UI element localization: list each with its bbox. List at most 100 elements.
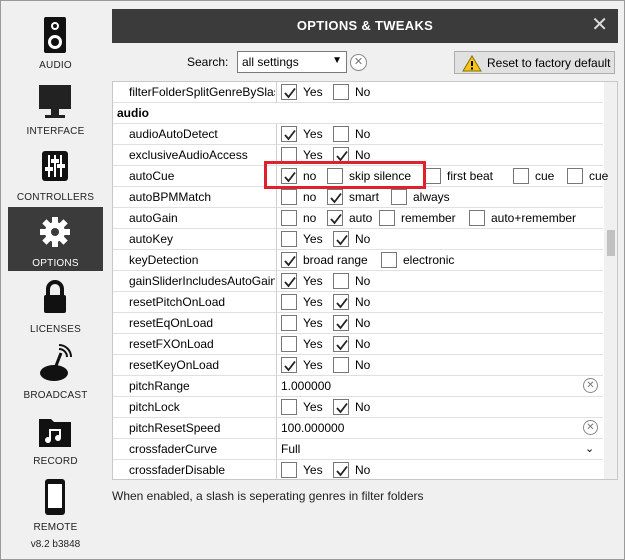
column-divider: [276, 355, 277, 376]
setting-row[interactable]: pitchLock Yes No: [113, 397, 603, 418]
checkbox-checked[interactable]: [281, 273, 297, 289]
setting-row[interactable]: resetFXOnLoad Yes No: [113, 334, 603, 355]
option-label: Yes: [303, 274, 323, 288]
setting-row[interactable]: resetKeyOnLoad Yes No: [113, 355, 603, 376]
sidebar-item-licenses[interactable]: LICENSES: [8, 273, 103, 337]
sidebar-item-options[interactable]: OPTIONS: [8, 207, 103, 271]
clear-search-icon[interactable]: ✕: [350, 54, 367, 71]
vertical-scrollbar[interactable]: [604, 82, 617, 479]
option-label: No: [355, 274, 371, 288]
clear-icon[interactable]: ✕: [583, 378, 598, 393]
checkbox-checked[interactable]: [281, 252, 297, 268]
option-label: No: [355, 295, 371, 309]
setting-row[interactable]: resetEqOnLoad Yes No: [113, 313, 603, 334]
checkbox[interactable]: [281, 462, 297, 478]
close-icon[interactable]: ✕: [591, 14, 608, 36]
sidebar-item-broadcast[interactable]: BROADCAST: [8, 339, 103, 403]
checkmark-icon: [284, 360, 296, 372]
checkbox[interactable]: [281, 231, 297, 247]
option-label: No: [355, 127, 371, 141]
column-divider: [276, 187, 277, 208]
column-divider: [276, 229, 277, 250]
checkmark-icon: [284, 87, 296, 99]
checkmark-icon: [284, 276, 296, 288]
option-label: No: [355, 358, 371, 372]
checkbox[interactable]: [281, 294, 297, 310]
setting-row[interactable]: keyDetection broad range electronic: [113, 250, 603, 271]
checkbox[interactable]: [281, 336, 297, 352]
checkbox[interactable]: [333, 84, 349, 100]
checkbox[interactable]: [513, 168, 529, 184]
checkbox[interactable]: [333, 273, 349, 289]
sidebar-item-record[interactable]: RECORD: [8, 405, 103, 469]
column-divider: [276, 250, 277, 271]
chevron-down-icon[interactable]: ⌄: [585, 442, 594, 455]
setting-dropdown-value[interactable]: Full: [281, 442, 300, 456]
checkbox[interactable]: [567, 168, 583, 184]
setting-row[interactable]: autoBPMMatch no smart always: [113, 187, 603, 208]
checkbox-checked[interactable]: [333, 294, 349, 310]
setting-row[interactable]: gainSliderIncludesAutoGain Yes No: [113, 271, 603, 292]
options-window: AUDIO INTERFACE CONTROLLERS OPTIONS LICE…: [0, 0, 625, 560]
sidebar-item-interface[interactable]: INTERFACE: [8, 75, 103, 139]
setting-row[interactable]: crossfaderCurve Full ⌄: [113, 439, 603, 460]
setting-value-input[interactable]: 1.000000: [281, 379, 331, 393]
setting-name: pitchResetSpeed: [129, 421, 221, 435]
column-divider: [276, 334, 277, 355]
checkmark-icon: [284, 129, 296, 141]
setting-name: autoBPMMatch: [129, 190, 212, 204]
setting-row[interactable]: pitchRange 1.000000 ✕: [113, 376, 603, 397]
setting-name: audioAutoDetect: [129, 127, 218, 141]
option-label: No: [355, 232, 371, 246]
setting-row[interactable]: autoKey Yes No: [113, 229, 603, 250]
checkbox-checked[interactable]: [333, 462, 349, 478]
checkbox-checked[interactable]: [327, 210, 343, 226]
setting-name: exclusiveAudioAccess: [129, 148, 248, 162]
setting-row[interactable]: autoGain no auto remember auto+remember: [113, 208, 603, 229]
setting-row[interactable]: filterFolderSplitGenreBySlash Yes No: [113, 82, 603, 103]
clear-icon[interactable]: ✕: [583, 420, 598, 435]
checkbox[interactable]: [469, 210, 485, 226]
checkbox[interactable]: [379, 210, 395, 226]
checkbox-checked[interactable]: [333, 336, 349, 352]
option-label: auto: [349, 211, 373, 225]
setting-name: resetFXOnLoad: [129, 337, 214, 351]
checkbox-checked[interactable]: [281, 84, 297, 100]
sidebar-item-controllers[interactable]: CONTROLLERS: [8, 141, 103, 205]
checkbox-checked[interactable]: [327, 189, 343, 205]
option-label: no: [303, 211, 317, 225]
checkbox[interactable]: [281, 210, 297, 226]
checkbox[interactable]: [281, 315, 297, 331]
sidebar-item-remote[interactable]: REMOTE: [8, 471, 103, 535]
setting-row[interactable]: pitchResetSpeed 100.000000 ✕: [113, 418, 603, 439]
checkbox-checked[interactable]: [333, 231, 349, 247]
search-select[interactable]: all settings ▼: [237, 51, 347, 73]
sidebar-item-label: INTERFACE: [26, 126, 85, 137]
setting-row[interactable]: audioAutoDetect Yes No: [113, 124, 603, 145]
scrollbar-thumb[interactable]: [607, 230, 615, 256]
checkbox-checked[interactable]: [281, 126, 297, 142]
checkbox[interactable]: [391, 189, 407, 205]
sidebar-item-label: OPTIONS: [32, 258, 79, 269]
option-label: first beat: [447, 169, 494, 183]
setting-description: When enabled, a slash is seperating genr…: [112, 489, 424, 503]
checkbox-checked[interactable]: [281, 357, 297, 373]
setting-value-input[interactable]: 100.000000: [281, 421, 344, 435]
checkbox[interactable]: [333, 126, 349, 142]
column-divider: [276, 292, 277, 313]
checkbox[interactable]: [381, 252, 397, 268]
checkmark-icon: [330, 192, 342, 204]
setting-row[interactable]: resetPitchOnLoad Yes No: [113, 292, 603, 313]
setting-row[interactable]: crossfaderDisable Yes No: [113, 460, 603, 479]
option-label: Yes: [303, 295, 323, 309]
option-label: remember: [401, 211, 456, 225]
checkbox[interactable]: [333, 357, 349, 373]
checkbox[interactable]: [281, 189, 297, 205]
checkbox[interactable]: [281, 399, 297, 415]
sidebar-item-audio[interactable]: AUDIO: [8, 9, 103, 73]
checkbox[interactable]: [425, 168, 441, 184]
reset-to-factory-default-button[interactable]: Reset to factory default: [454, 51, 615, 74]
option-label: electronic: [403, 253, 455, 267]
checkbox-checked[interactable]: [333, 399, 349, 415]
checkbox-checked[interactable]: [333, 315, 349, 331]
